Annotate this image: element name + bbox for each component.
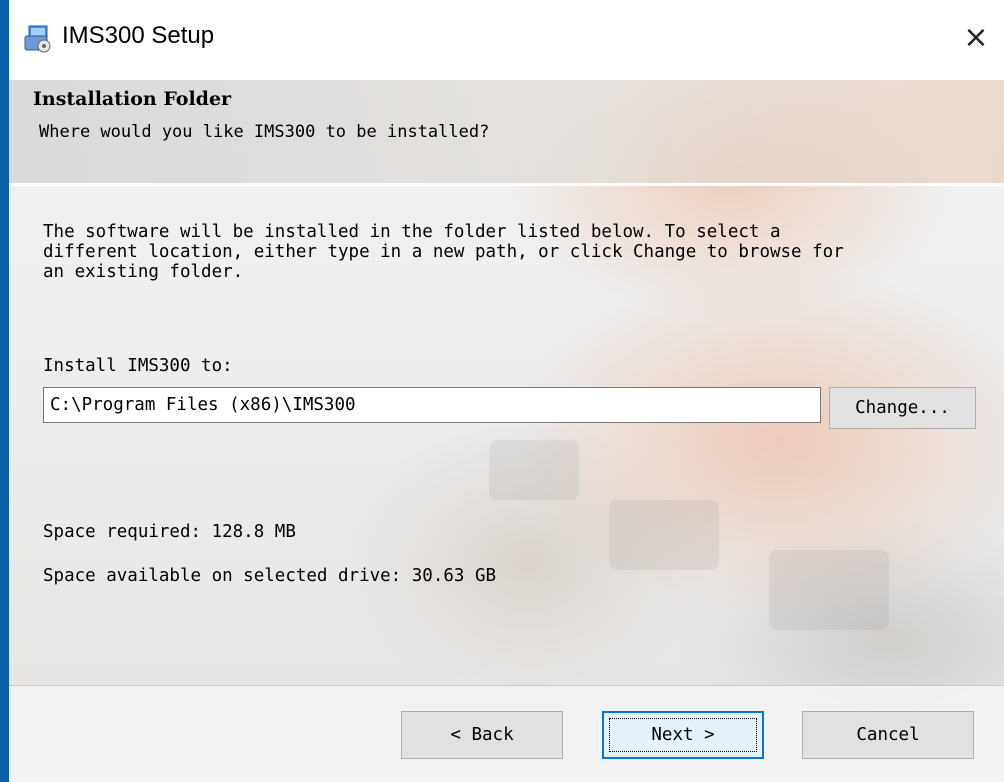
- close-icon: ×: [963, 19, 989, 55]
- install-path-label: Install IMS300 to:: [43, 356, 233, 376]
- setup-window: IMS300 Setup × Installation Folder Where…: [0, 0, 1004, 782]
- installer-icon: [24, 25, 51, 53]
- back-button[interactable]: < Back: [401, 711, 563, 759]
- change-button[interactable]: Change...: [829, 387, 976, 429]
- page-title: Installation Folder: [33, 88, 232, 110]
- space-available-text: Space available on selected drive: 30.63…: [43, 566, 497, 586]
- background-decoration: [769, 550, 889, 630]
- back-button-label: < Back: [450, 725, 514, 745]
- button-bar: < Back Next > Cancel: [9, 685, 1004, 782]
- install-path-input[interactable]: [43, 387, 821, 423]
- focus-rectangle: [609, 718, 757, 752]
- background-decoration: [489, 440, 579, 500]
- change-button-label: Change...: [855, 398, 950, 418]
- description-text: The software will be installed in the fo…: [43, 222, 844, 282]
- close-button[interactable]: ×: [948, 6, 1004, 68]
- space-required-text: Space required: 128.8 MB: [43, 522, 296, 542]
- background-decoration: [609, 500, 719, 570]
- header-divider: [9, 183, 1004, 186]
- next-button[interactable]: Next >: [602, 711, 764, 759]
- cancel-button[interactable]: Cancel: [802, 711, 974, 759]
- cancel-button-label: Cancel: [856, 725, 920, 745]
- header-band: Installation Folder Where would you like…: [9, 80, 1004, 185]
- page-subtitle: Where would you like IMS300 to be instal…: [39, 122, 490, 142]
- window-border: [0, 0, 9, 782]
- title-bar[interactable]: IMS300 Setup ×: [9, 0, 1004, 80]
- wizard-content: Installation Folder Where would you like…: [9, 80, 1004, 782]
- window-title: IMS300 Setup: [62, 22, 215, 49]
